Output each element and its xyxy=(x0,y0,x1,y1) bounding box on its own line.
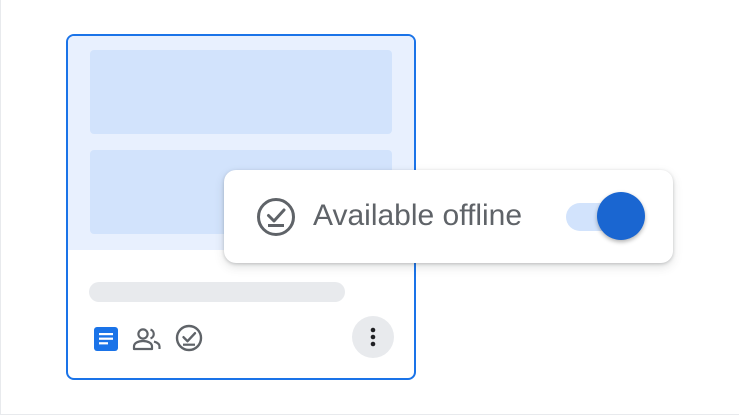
people-icon xyxy=(132,328,161,351)
offline-check-icon xyxy=(257,198,295,236)
google-docs-icon xyxy=(94,327,118,351)
offline-check-icon xyxy=(175,324,203,352)
file-title-placeholder xyxy=(89,282,345,302)
available-offline-popup: Available offline xyxy=(224,170,673,263)
thumbnail-placeholder-block xyxy=(90,50,392,134)
toggle-thumb xyxy=(597,192,645,240)
available-offline-label: Available offline xyxy=(313,199,523,232)
more-vert-icon xyxy=(370,327,376,347)
more-options-button[interactable] xyxy=(352,316,394,358)
available-offline-toggle[interactable] xyxy=(564,190,648,242)
